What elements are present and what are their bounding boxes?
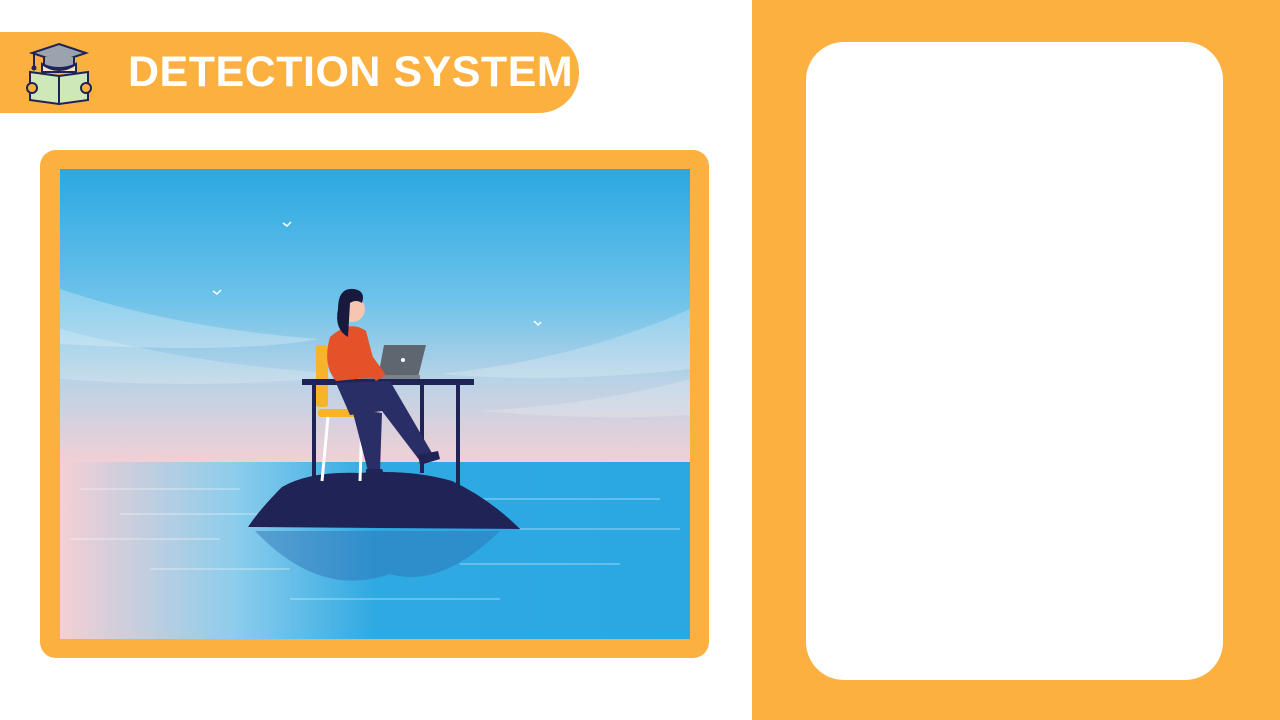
title-bar: DETECTION SYSTEM (0, 32, 579, 113)
content-card (806, 42, 1223, 680)
page-title: DETECTION SYSTEM (128, 48, 574, 96)
woman-on-island-illustration (60, 169, 690, 639)
right-panel (752, 0, 1280, 720)
graduate-reading-book-icon (24, 40, 94, 106)
illustration-frame (40, 150, 709, 658)
